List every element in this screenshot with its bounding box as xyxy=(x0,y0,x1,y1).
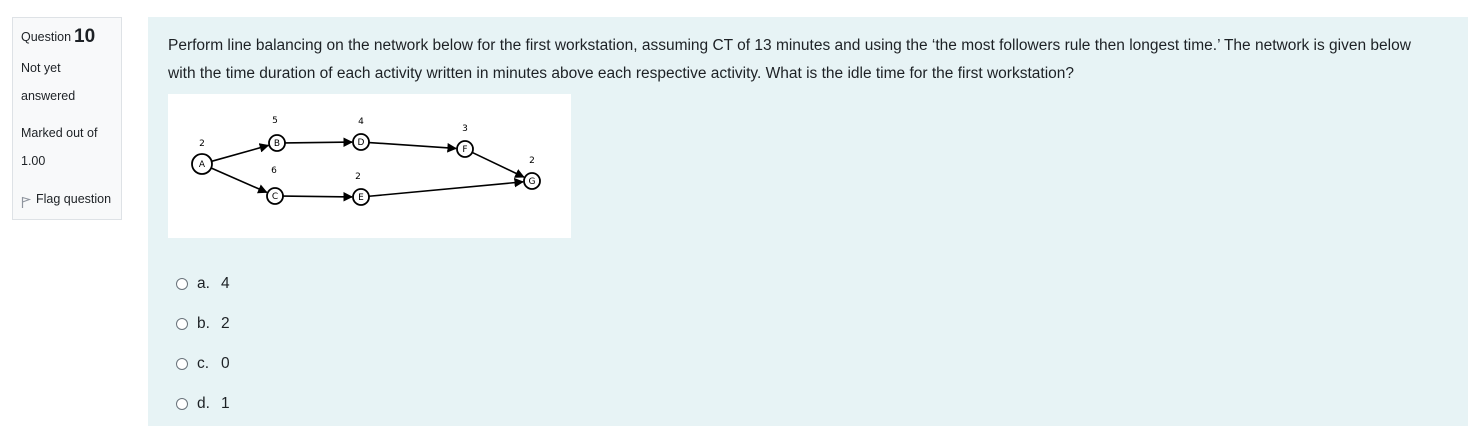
question-grade-line2: 1.00 xyxy=(21,154,46,168)
answer-b-radio[interactable] xyxy=(176,318,188,330)
node-E-label: E xyxy=(358,193,364,203)
answer-d-letter: d. xyxy=(197,395,210,412)
node-A-label: A xyxy=(199,160,206,170)
flag-question-label: Flag question xyxy=(36,192,112,206)
flag-icon xyxy=(21,196,31,208)
answer-a-value: 4 xyxy=(221,275,230,292)
node-B-time: 5 xyxy=(272,116,278,126)
node-D-time: 4 xyxy=(358,117,364,127)
node-F-label: F xyxy=(462,145,467,155)
answer-option-a[interactable]: a. 4 xyxy=(176,264,230,304)
question-label: Question xyxy=(21,30,72,44)
edge-A-C xyxy=(210,167,268,194)
node-B-label: B xyxy=(274,139,280,149)
question-number-value: 10 xyxy=(74,26,96,47)
node-A-time: 2 xyxy=(199,139,205,149)
node-C-time: 6 xyxy=(271,166,277,176)
edge-D-F xyxy=(368,141,457,153)
answer-c-letter: c. xyxy=(197,355,210,372)
answer-c-value: 0 xyxy=(221,355,230,372)
node-C-label: C xyxy=(272,192,278,202)
edge-A-B xyxy=(211,143,270,163)
question-state-line2: answered xyxy=(21,89,76,103)
answer-option-c[interactable]: c. 0 xyxy=(176,344,230,384)
flag-question-link[interactable]: Flag question xyxy=(21,190,111,208)
answer-d-value: 1 xyxy=(221,395,230,412)
node-E-time: 2 xyxy=(355,172,361,182)
question-text: Perform line balancing on the network be… xyxy=(168,37,1411,82)
edge-C-E xyxy=(282,191,353,202)
answer-option-b[interactable]: b. 2 xyxy=(176,304,230,344)
node-F-time: 3 xyxy=(462,124,468,134)
question-info-panel: Question 10 Not yet answered Marked out o… xyxy=(12,17,122,220)
question-state-line1: Not yet xyxy=(21,61,61,75)
question-content: Perform line balancing on the network be… xyxy=(148,17,1468,426)
node-G-time: 2 xyxy=(529,156,535,166)
question-grade-line1: Marked out of xyxy=(21,126,98,140)
answer-c-radio[interactable] xyxy=(176,358,188,370)
question-number: Question 10 xyxy=(21,26,95,48)
edge-B-D xyxy=(284,137,353,148)
node-G-label: G xyxy=(529,177,536,187)
answer-option-d[interactable]: d. 1 xyxy=(176,384,230,424)
edge-F-G xyxy=(471,151,525,178)
answer-a-letter: a. xyxy=(197,275,210,292)
answer-options: a. 4 b. 2 c. 0 d. 1 xyxy=(176,264,230,424)
node-D-label: D xyxy=(358,138,365,148)
network-svg: A 2 B 5 C 6 D 4 E 2 F 3 G 2 xyxy=(191,116,541,206)
answer-b-value: 2 xyxy=(221,315,230,332)
network-diagram: A 2 B 5 C 6 D 4 E 2 F 3 G 2 xyxy=(168,94,571,238)
answer-a-radio[interactable] xyxy=(176,278,188,290)
answer-b-letter: b. xyxy=(197,315,210,332)
edge-E-G xyxy=(368,177,524,198)
answer-d-radio[interactable] xyxy=(176,398,188,410)
